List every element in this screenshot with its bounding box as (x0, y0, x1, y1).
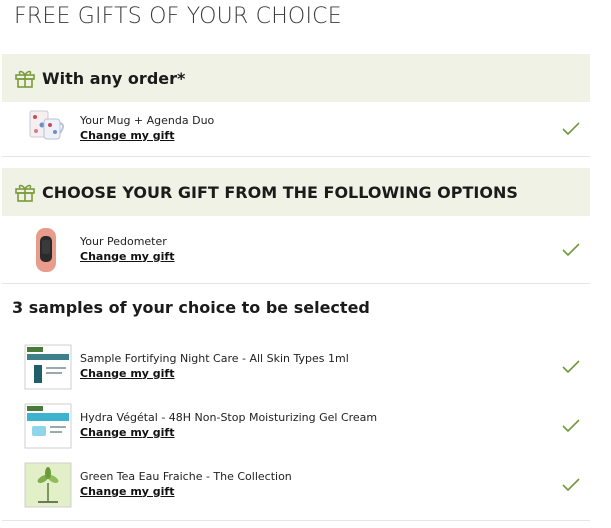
gift-name: Your Mug + Agenda Duo (80, 114, 215, 127)
check-icon (562, 122, 580, 136)
choose-gift-header: CHOOSE YOUR GIFT FROM THE FOLLOWING OPTI… (2, 168, 590, 216)
check-icon (562, 418, 580, 432)
gift-name: Hydra Végétal - 48H Non-Stop Moisturizin… (80, 410, 378, 424)
change-gift-link[interactable]: Change my gift (80, 366, 349, 382)
night-care-thumbnail (24, 343, 72, 391)
check-icon (562, 359, 580, 373)
change-gift-link[interactable]: Change my gift (80, 128, 214, 144)
page-title: FREE GIFTS OF YOUR CHOICE (14, 4, 342, 29)
any-order-section: With any order* Your Mug + Agenda Duo Ch… (2, 54, 590, 157)
sample-item-night-care: Sample Fortifying Night Care - All Skin … (2, 337, 590, 396)
sample-item-green-tea: Green Tea Eau Fraiche - The Collection C… (2, 455, 590, 514)
check-icon (562, 242, 580, 256)
section-title: With any order* (42, 68, 186, 88)
samples-heading: 3 samples of your choice to be selected (12, 298, 370, 317)
check-icon (562, 477, 580, 491)
gift-name: Your Pedometer (80, 234, 167, 248)
pedometer-thumbnail (24, 226, 72, 274)
samples-list: Sample Fortifying Night Care - All Skin … (2, 337, 590, 514)
green-tea-thumbnail (24, 461, 72, 509)
change-gift-link[interactable]: Change my gift (80, 484, 292, 500)
gift-icon (15, 70, 35, 88)
hydra-vegetal-thumbnail (24, 402, 72, 450)
change-gift-link[interactable]: Change my gift (80, 425, 377, 441)
sample-item-hydra-vegetal: Hydra Végétal - 48H Non-Stop Moisturizin… (2, 396, 590, 455)
gift-item-pedometer: Your Pedometer Change my gift (2, 216, 590, 284)
gift-icon (15, 184, 35, 202)
divider (2, 520, 590, 521)
mug-agenda-thumbnail (24, 105, 72, 153)
section-title: CHOOSE YOUR GIFT FROM THE FOLLOWING OPTI… (42, 182, 518, 202)
gift-item-mug: Your Mug + Agenda Duo Change my gift (2, 102, 590, 157)
any-order-header: With any order* (2, 54, 590, 102)
gift-name: Sample Fortifying Night Care - All Skin … (80, 351, 349, 365)
choose-gift-section: CHOOSE YOUR GIFT FROM THE FOLLOWING OPTI… (2, 168, 590, 284)
gift-name: Green Tea Eau Fraiche - The Collection (80, 469, 292, 483)
change-gift-link[interactable]: Change my gift (80, 249, 174, 265)
